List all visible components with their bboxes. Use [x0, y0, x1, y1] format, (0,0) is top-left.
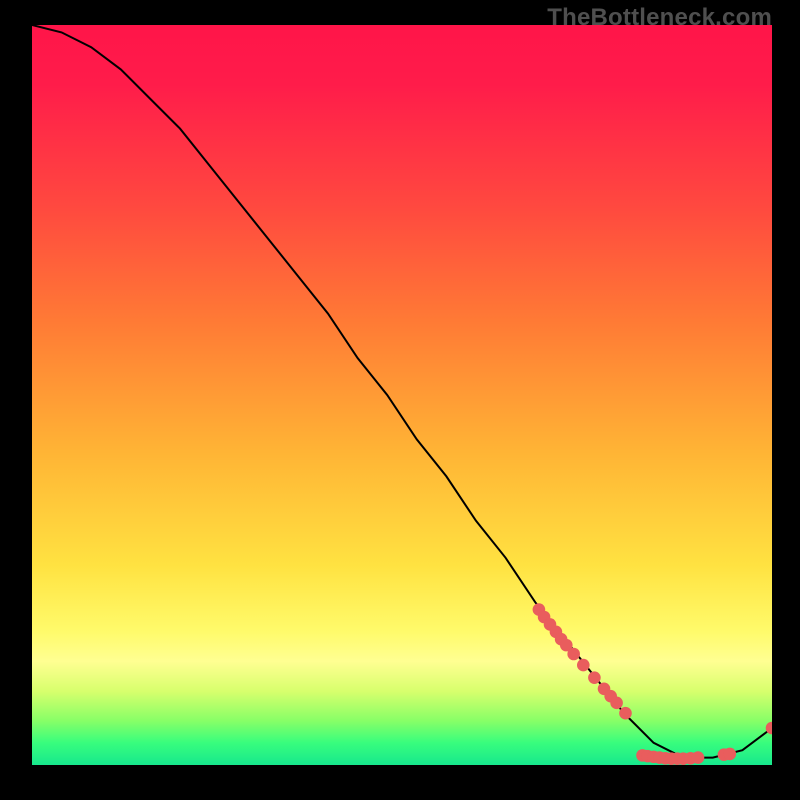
- curve-marker: [588, 671, 601, 684]
- chart-area: [32, 25, 772, 765]
- curve-marker: [567, 648, 580, 661]
- curve-marker: [724, 748, 737, 761]
- curve-marker: [610, 697, 623, 710]
- page-root: TheBottleneck.com: [0, 0, 800, 800]
- chart-svg: [32, 25, 772, 765]
- curve-marker: [577, 659, 590, 672]
- curve-marker: [692, 751, 705, 764]
- curve-marker: [619, 707, 632, 720]
- watermark-text: TheBottleneck.com: [547, 4, 772, 32]
- bottleneck-curve-line: [32, 25, 772, 758]
